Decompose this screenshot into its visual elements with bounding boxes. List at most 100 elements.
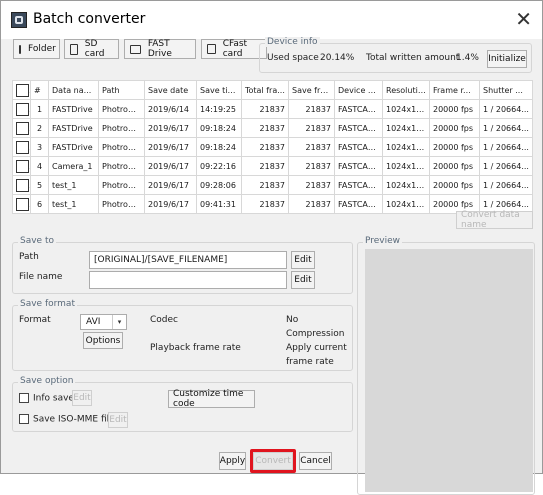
column-header[interactable]: Save date — [144, 80, 197, 100]
table-cell: 20000 fps — [429, 156, 480, 176]
window-title: Batch converter — [33, 11, 146, 27]
save-to-title: Save to — [18, 236, 56, 246]
table-cell: 2019/6/14 — [144, 99, 197, 119]
table-cell: 1024x1024 — [382, 194, 430, 214]
file-name-field[interactable] — [89, 271, 287, 289]
table-cell: 21837 — [241, 137, 289, 157]
row-checkbox[interactable] — [12, 156, 31, 176]
column-header[interactable]: Resolution — [382, 80, 430, 100]
table-cell: 1024x1024 — [382, 137, 430, 157]
table-cell: 1 / 20664... — [479, 175, 533, 195]
info-save-edit-button[interactable]: Edit — [72, 390, 92, 406]
table-cell: Photron F... — [98, 156, 145, 176]
save-iso-mme-label: Save ISO-MME file — [33, 414, 115, 425]
table-cell: 1 / 20664... — [479, 156, 533, 176]
iso-mme-edit-button[interactable]: Edit — [108, 412, 128, 428]
column-header[interactable]: Path — [98, 80, 145, 100]
file-name-label: File name — [19, 272, 63, 282]
format-select[interactable]: AVI ▾ — [80, 314, 127, 330]
column-header[interactable]: Device n... — [334, 80, 383, 100]
table-cell: 21837 — [288, 99, 335, 119]
file-name-edit-button[interactable]: Edit — [291, 271, 315, 289]
table-cell: 3 — [30, 137, 49, 157]
info-save-checkbox[interactable]: Info save — [19, 393, 74, 404]
table-cell: 6 — [30, 194, 49, 214]
column-header[interactable]: # — [30, 80, 49, 100]
path-field[interactable]: [ORIGINAL]/[SAVE_FILENAME] — [89, 251, 287, 269]
column-header[interactable]: Frame r... — [429, 80, 480, 100]
table-cell: FASTCAM... — [334, 99, 383, 119]
table-cell: 5 — [30, 175, 49, 195]
table-cell: 2019/6/17 — [144, 194, 197, 214]
fast-drive-button[interactable]: FAST Drive — [124, 39, 196, 59]
table-row[interactable]: 5 test_1 Photron F... 2019/6/17 09:28:06… — [12, 175, 533, 195]
fast-drive-button-label: FAST Drive — [147, 39, 172, 59]
preview-title: Preview — [363, 236, 403, 246]
table-cell: FASTDrive — [48, 137, 99, 157]
table-cell: FASTCAM... — [334, 137, 383, 157]
used-space-label: Used space — [267, 53, 319, 63]
cfast-card-icon — [207, 44, 216, 54]
options-button[interactable]: Options — [83, 332, 123, 349]
table-cell: 4 — [30, 156, 49, 176]
sd-card-button[interactable]: SD card — [64, 39, 119, 59]
table-cell: 21837 — [241, 118, 289, 138]
customize-time-code-button[interactable]: Customize time code — [168, 389, 255, 409]
convert-data-name-button[interactable]: Convert data name — [456, 210, 533, 230]
table-cell: 2 — [30, 118, 49, 138]
table-row[interactable]: 2 FASTDrive Photron F... 2019/6/17 09:18… — [12, 118, 533, 138]
table-row[interactable]: 3 FASTDrive Photron F... 2019/6/17 09:18… — [12, 137, 533, 157]
column-header[interactable]: Save time — [196, 80, 242, 100]
cfast-card-button[interactable]: CFast card — [201, 39, 267, 59]
cancel-button[interactable]: Cancel — [299, 452, 332, 470]
batch-converter-window: Batch converter ✕ Folder SD card FAST Dr… — [0, 0, 543, 495]
row-checkbox[interactable] — [12, 99, 31, 119]
table-cell: 21837 — [288, 175, 335, 195]
table-cell: 09:18:24 — [196, 137, 242, 157]
row-checkbox[interactable] — [12, 194, 31, 214]
table-cell: 2019/6/17 — [144, 156, 197, 176]
row-checkbox[interactable] — [12, 118, 31, 138]
total-written-label: Total written amount — [366, 53, 460, 63]
table-cell: FASTCAM... — [334, 175, 383, 195]
table-cell: 2019/6/17 — [144, 175, 197, 195]
checkbox-icon — [19, 393, 29, 403]
path-edit-button[interactable]: Edit — [291, 251, 315, 269]
table-cell: 21837 — [241, 194, 289, 214]
device-info-title: Device info — [265, 37, 320, 47]
row-checkbox[interactable] — [12, 137, 31, 157]
path-label: Path — [19, 252, 39, 262]
table-row[interactable]: 1 FASTDrive Photron F... 2019/6/14 14:19… — [12, 99, 533, 119]
row-checkbox[interactable] — [12, 175, 31, 195]
column-header[interactable]: Shutter ... — [479, 80, 533, 100]
save-option-title: Save option — [18, 376, 76, 386]
column-header[interactable]: Total fra... — [241, 80, 289, 100]
table-cell: 1 / 20664... — [479, 137, 533, 157]
table-cell: Photron F... — [98, 118, 145, 138]
table-row[interactable]: 6 test_1 Photron F... 2019/6/17 09:41:31… — [12, 194, 533, 214]
save-format-title: Save format — [18, 299, 77, 309]
table-cell: Camera_1 — [48, 156, 99, 176]
save-format-group: Save format Format AVI ▾ Options Codec N… — [12, 299, 353, 371]
drive-icon — [130, 44, 141, 54]
table-header-row: # Data na... Path Save date Save time To… — [12, 80, 533, 100]
select-all-checkbox[interactable] — [12, 80, 31, 100]
table-cell: 21837 — [241, 99, 289, 119]
close-icon[interactable]: ✕ — [515, 7, 532, 31]
save-iso-mme-checkbox[interactable]: Save ISO-MME file — [19, 414, 115, 425]
highlight-box — [250, 449, 296, 473]
column-header[interactable]: Save fra... — [288, 80, 335, 100]
table-cell: 1 / 20664... — [479, 118, 533, 138]
table-cell: 1024x1024 — [382, 156, 430, 176]
table-cell: 1024x1024 — [382, 99, 430, 119]
folder-icon — [19, 44, 21, 54]
initialize-button[interactable]: Initialize — [487, 50, 527, 68]
table-cell: Photron F... — [98, 175, 145, 195]
apply-button[interactable]: Apply — [219, 452, 246, 470]
table-cell: 2019/6/17 — [144, 118, 197, 138]
column-header[interactable]: Data na... — [48, 80, 99, 100]
table-cell: 09:41:31 — [196, 194, 242, 214]
folder-button[interactable]: Folder — [13, 39, 60, 59]
camera-app-icon — [11, 12, 27, 28]
table-row[interactable]: 4 Camera_1 Photron F... 2019/6/17 09:22:… — [12, 156, 533, 176]
